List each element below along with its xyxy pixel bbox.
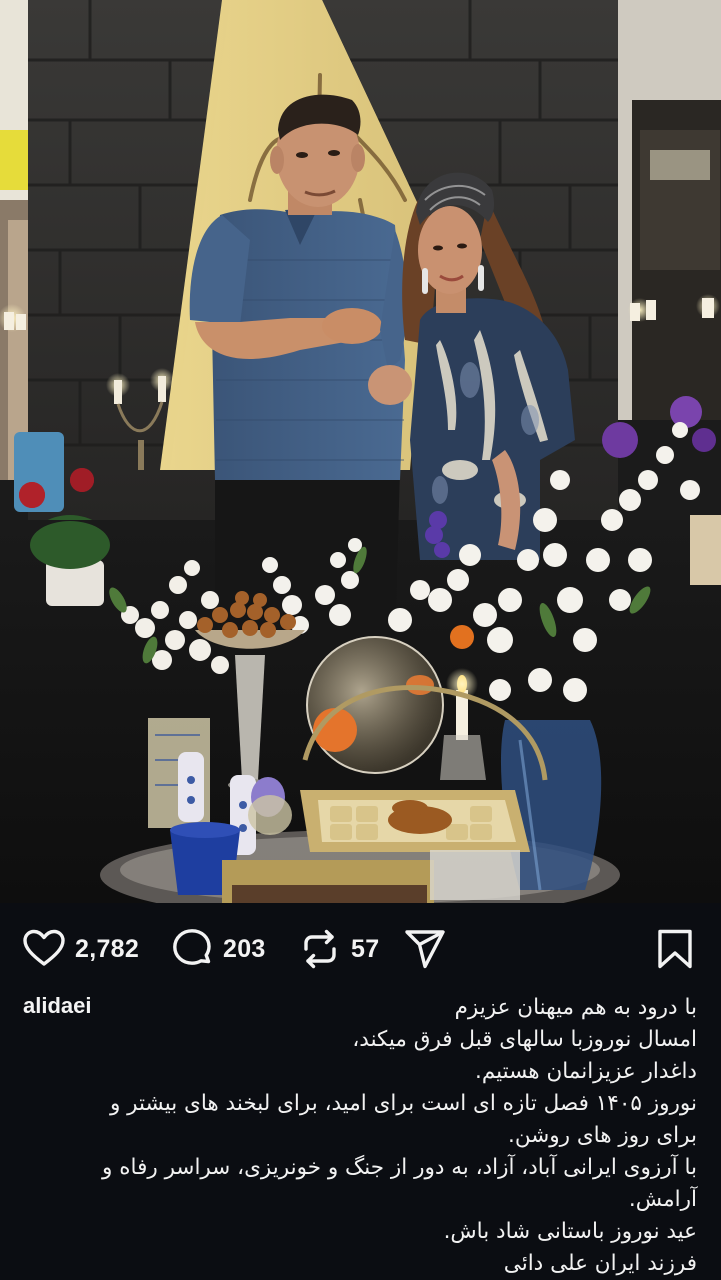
caption-line: امسال نوروزبا سالهای قبل فرق میکند، — [352, 1027, 697, 1052]
paper-plane-icon — [405, 930, 445, 969]
bookmark-icon — [658, 929, 692, 969]
heart-icon — [23, 929, 65, 966]
caption-line: نوروز ۱۴۰۵ فصل تازه ای است برای امید، بر… — [109, 1091, 697, 1116]
like-count[interactable]: 2,782 — [75, 935, 139, 964]
repost-button[interactable]: 57 — [298, 927, 379, 971]
caption-line: فرزند ایران علی دائی — [503, 1251, 697, 1276]
caption-line: با آرزوی ایرانی آباد، آزاد، به دور از جن… — [102, 1155, 697, 1180]
comment-bubble-icon — [173, 929, 211, 965]
repost-count[interactable]: 57 — [351, 935, 379, 964]
caption-line: عید نوروز باستانی شاد باش. — [443, 1219, 697, 1244]
post-caption: alidaei با درود به هم میهنان عزیزم امسال… — [0, 991, 721, 1280]
repost-icon — [304, 929, 336, 969]
like-button[interactable]: 2,782 — [22, 927, 139, 971]
photo-illustration — [0, 0, 721, 903]
caption-line: با درود به هم میهنان عزیزم — [454, 995, 697, 1020]
caption-text: با درود به هم میهنان عزیزم امسال نوروزبا… — [17, 992, 697, 1280]
post-photo[interactable] — [0, 0, 721, 903]
caption-line: آرامش. — [628, 1187, 697, 1212]
caption-line: داغدار عزیزانمان هستیم. — [474, 1059, 697, 1084]
comment-button[interactable]: 203 — [170, 927, 266, 971]
caption-line: برای روز های روشن. — [508, 1123, 697, 1148]
post-action-bar: 2,782 203 57 — [0, 903, 721, 991]
save-button[interactable] — [653, 927, 697, 971]
share-button[interactable] — [403, 927, 447, 971]
comment-count[interactable]: 203 — [223, 935, 266, 964]
